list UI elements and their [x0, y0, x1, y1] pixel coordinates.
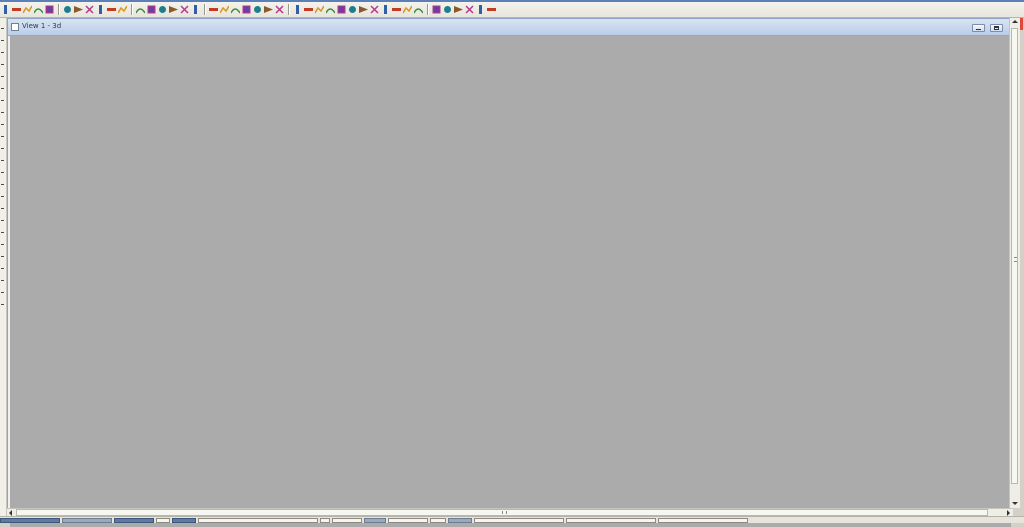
- 3d-viewport[interactable]: [10, 36, 1011, 527]
- dock-tick: [1, 280, 4, 281]
- results-icon[interactable]: [443, 5, 452, 14]
- remove-icon[interactable]: [465, 5, 474, 14]
- angle-icon[interactable]: [220, 5, 229, 14]
- dock-tick: [1, 292, 4, 293]
- vertical-line-icon[interactable]: [1, 5, 10, 14]
- arc-icon[interactable]: [34, 5, 43, 14]
- flag-icon[interactable]: [147, 5, 156, 14]
- table-icon[interactable]: [370, 5, 379, 14]
- add-icon[interactable]: [476, 5, 485, 14]
- view-window-title: View 1 - 3d: [22, 22, 62, 30]
- toolbar-top-border: [0, 0, 1024, 2]
- check-icon[interactable]: [326, 5, 335, 14]
- member-icon[interactable]: [180, 5, 189, 14]
- dock-tick: [1, 172, 4, 173]
- minimize-icon: [976, 29, 981, 30]
- toolbar-separator: [131, 4, 132, 15]
- export-icon[interactable]: [454, 5, 463, 14]
- dock-tick: [1, 112, 4, 113]
- right-dock-edge: [1020, 18, 1024, 516]
- dock-tick: [1, 28, 4, 29]
- dock-tick: [1, 196, 4, 197]
- horizontal-scroll-thumb[interactable]: [16, 509, 988, 516]
- close-marker[interactable]: [1020, 18, 1023, 30]
- help-cursor-icon[interactable]: [381, 5, 390, 14]
- grip-icon: [502, 511, 507, 514]
- bracket-icon[interactable]: [158, 5, 167, 14]
- scroll-down-icon[interactable]: [1012, 502, 1018, 505]
- beam-icon[interactable]: [74, 5, 83, 14]
- spline-icon[interactable]: [45, 5, 54, 14]
- dock-tick: [1, 184, 4, 185]
- cut-icon[interactable]: [392, 5, 401, 14]
- dock-tick: [1, 256, 4, 257]
- slab-icon[interactable]: [96, 5, 105, 14]
- dock-tick: [1, 136, 4, 137]
- move-icon[interactable]: [275, 5, 284, 14]
- view-window-titlebar[interactable]: View 1 - 3d: [8, 19, 1012, 36]
- view-window-icon[interactable]: [11, 23, 19, 31]
- forward-icon[interactable]: [403, 5, 412, 14]
- dock-tick: [1, 232, 4, 233]
- dock-tick: [1, 40, 4, 41]
- dock-tick: [1, 52, 4, 53]
- cylinder-icon[interactable]: [118, 5, 127, 14]
- toolbar-separator: [58, 4, 59, 15]
- wall-icon[interactable]: [107, 5, 116, 14]
- list-icon[interactable]: [432, 5, 441, 14]
- copy-icon[interactable]: [242, 5, 251, 14]
- main-toolbar: [0, 0, 1024, 18]
- brace-icon[interactable]: [85, 5, 94, 14]
- run-icon[interactable]: [487, 5, 496, 14]
- snap-icon[interactable]: [337, 5, 346, 14]
- dimension-icon[interactable]: [209, 5, 218, 14]
- curve-icon[interactable]: [231, 5, 240, 14]
- dock-tick: [1, 100, 4, 101]
- load-arrow-icon[interactable]: [136, 5, 145, 14]
- polyline-icon[interactable]: [23, 5, 32, 14]
- dock-tick: [1, 64, 4, 65]
- dock-tick: [1, 76, 4, 77]
- grip-icon: [1014, 257, 1017, 262]
- maximize-icon: [994, 26, 999, 30]
- column-icon[interactable]: [63, 5, 72, 14]
- grid-icon[interactable]: [359, 5, 368, 14]
- application-window: View 1 - 3d: [0, 0, 1024, 527]
- dock-tick: [1, 160, 4, 161]
- paste-icon[interactable]: [253, 5, 262, 14]
- fixity-icon[interactable]: [315, 5, 324, 14]
- minimize-button[interactable]: [972, 24, 985, 32]
- toolbar-separator: [288, 4, 289, 15]
- horizontal-line-icon[interactable]: [12, 5, 21, 14]
- refresh-icon[interactable]: [414, 5, 423, 14]
- left-dock-strip[interactable]: [0, 18, 7, 516]
- pin-icon[interactable]: [348, 5, 357, 14]
- dock-tick: [1, 148, 4, 149]
- dock-tick: [1, 124, 4, 125]
- vertical-scrollbar[interactable]: [1009, 18, 1020, 508]
- support-icon[interactable]: [169, 5, 178, 14]
- dock-tick: [1, 244, 4, 245]
- maximize-button[interactable]: [990, 24, 1003, 32]
- vertical-scroll-thumb[interactable]: [1011, 28, 1018, 484]
- node-icon[interactable]: [191, 5, 200, 14]
- dock-tick: [1, 220, 4, 221]
- clipboard-icon[interactable]: [264, 5, 273, 14]
- toolbar-button-groups: [0, 2, 497, 17]
- scroll-up-icon[interactable]: [1012, 20, 1018, 23]
- dock-tick: [1, 304, 4, 305]
- dock-tick: [1, 208, 4, 209]
- view-window: View 1 - 3d: [7, 18, 1013, 527]
- release2-icon[interactable]: [304, 5, 313, 14]
- dock-tick: [1, 268, 4, 269]
- toolbar-separator: [427, 4, 428, 15]
- release-icon[interactable]: [293, 5, 302, 14]
- dock-tick: [1, 88, 4, 89]
- toolbar-separator: [204, 4, 205, 15]
